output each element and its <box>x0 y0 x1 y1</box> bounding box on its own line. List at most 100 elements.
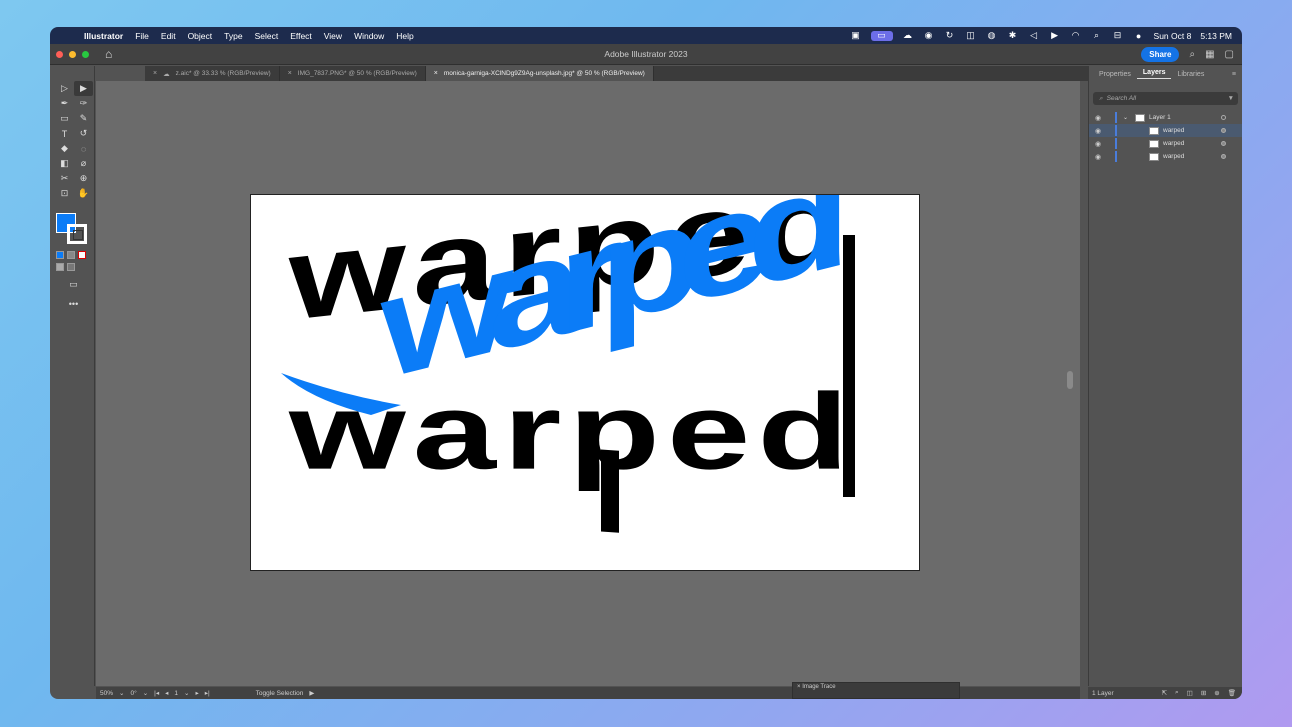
new-sublayer-icon[interactable]: ⊞ <box>1201 689 1206 697</box>
close-tab-icon[interactable]: × <box>434 70 438 77</box>
tab-document-1[interactable]: × ☁ z.aic* @ 33.33 % (RGB/Preview) <box>145 66 280 81</box>
search-icon[interactable]: ⌕ <box>1091 30 1103 41</box>
layer-name[interactable]: Layer 1 <box>1149 114 1171 121</box>
menu-file[interactable]: File <box>129 31 155 41</box>
rectangle-tool-icon[interactable]: ▭ <box>55 111 74 126</box>
direct-selection-tool-icon[interactable]: ▶ <box>74 81 93 96</box>
warped-artwork[interactable]: warped warped warped <box>251 195 920 571</box>
bluetooth-icon[interactable]: ✱ <box>1007 30 1019 41</box>
tab-properties[interactable]: Properties <box>1093 71 1137 78</box>
clip-icon[interactable]: ◫ <box>1187 689 1193 697</box>
curvature-tool-icon[interactable]: ✑ <box>74 96 93 111</box>
minimize-window-button[interactable] <box>69 50 76 58</box>
panel-menu-icon[interactable]: ≡ <box>1232 71 1242 78</box>
menu-type[interactable]: Type <box>218 31 248 41</box>
home-icon[interactable]: ⌂ <box>105 47 112 61</box>
volume-icon[interactable]: ◁ <box>1028 30 1040 41</box>
target-icon[interactable] <box>1221 141 1226 146</box>
tab-document-2[interactable]: × IMG_7837.PNG* @ 50 % (RGB/Preview) <box>280 66 426 81</box>
stroke-swatch[interactable] <box>67 224 87 244</box>
display-icon[interactable]: ▭ <box>870 30 893 41</box>
screen-mode-icon[interactable]: ▭ <box>64 277 83 292</box>
tab-layers[interactable]: Layers <box>1136 69 1172 79</box>
hand-tool-icon[interactable]: ✋ <box>74 186 93 201</box>
siri-icon[interactable]: ● <box>1133 31 1145 41</box>
close-window-button[interactable] <box>56 50 63 58</box>
sublayer-row[interactable]: ◉ warped <box>1089 137 1242 150</box>
filter-icon[interactable]: ▼ <box>1228 95 1238 102</box>
close-tab-icon[interactable]: × <box>153 70 157 77</box>
menu-object[interactable]: Object <box>182 31 219 41</box>
color-mode-icon[interactable] <box>56 251 64 259</box>
eyedropper-tool-icon[interactable]: ⌀ <box>74 156 93 171</box>
sublayer-row[interactable]: ◉ warped <box>1089 124 1242 137</box>
chevron-down-icon[interactable]: ⌄ <box>143 689 148 697</box>
selection-tool-icon[interactable]: ▷ <box>55 81 74 96</box>
export-icon[interactable]: ⇱ <box>1162 689 1167 697</box>
chevron-down-icon[interactable]: ⌄ <box>119 689 124 697</box>
play-icon[interactable]: ▶ <box>1049 30 1061 41</box>
sublayer-name[interactable]: warped <box>1163 153 1184 160</box>
artboard[interactable]: warped warped warped <box>250 194 920 571</box>
control-center-icon[interactable]: ⊟ <box>1112 30 1124 41</box>
workspace-icon[interactable]: ▢ <box>1225 49 1234 60</box>
menu-window[interactable]: Window <box>348 31 390 41</box>
last-artboard-icon[interactable]: ▸| <box>205 689 210 697</box>
target-icon[interactable] <box>1221 128 1226 133</box>
blend-tool-icon[interactable]: ✂ <box>55 171 74 186</box>
notes-icon[interactable]: ▣ <box>850 30 862 41</box>
menu-select[interactable]: Select <box>249 31 285 41</box>
trash-icon[interactable]: 🗑 <box>1228 689 1236 697</box>
zoom-field[interactable]: 50% <box>100 690 113 697</box>
rotation-field[interactable]: 0° <box>130 690 136 697</box>
pen-tool-icon[interactable]: ✒ <box>55 96 74 111</box>
layer-row[interactable]: ◉ ⌄ Layer 1 <box>1089 111 1242 124</box>
play-icon[interactable]: ▶ <box>309 689 314 697</box>
sync-icon[interactable]: ↻ <box>944 30 956 41</box>
more-tools-icon[interactable]: ••• <box>64 296 83 311</box>
gradient-mode-icon[interactable] <box>67 251 75 259</box>
new-layer-icon[interactable]: ⊕ <box>1214 689 1219 697</box>
pencil-tool-icon[interactable]: ✎ <box>74 111 93 126</box>
menu-edit[interactable]: Edit <box>155 31 182 41</box>
search-icon[interactable]: ⌕ <box>1189 49 1195 60</box>
sublayer-row[interactable]: ◉ warped <box>1089 150 1242 163</box>
tab-document-3[interactable]: × monica-garniga-XClNDg9Z9Ag-unsplash.jp… <box>425 66 654 81</box>
draw-behind-icon[interactable] <box>67 263 75 271</box>
visibility-eye-icon[interactable]: ◉ <box>1091 114 1105 122</box>
zoom-window-button[interactable] <box>82 50 89 58</box>
menu-help[interactable]: Help <box>390 31 419 41</box>
status-tool-label[interactable]: Toggle Selection <box>256 690 304 697</box>
arrange-documents-icon[interactable]: ▦ <box>1205 49 1214 60</box>
chevron-down-icon[interactable]: ⌄ <box>1123 114 1131 121</box>
scroll-thumb[interactable] <box>1067 371 1073 389</box>
first-artboard-icon[interactable]: |◂ <box>154 689 159 697</box>
menu-app[interactable]: Illustrator <box>78 31 129 41</box>
none-mode-icon[interactable] <box>78 251 86 259</box>
artboard-number-field[interactable]: 1 <box>174 690 178 697</box>
draw-normal-icon[interactable] <box>56 263 64 271</box>
wifi-icon[interactable]: ◠ <box>1070 30 1082 41</box>
record-icon[interactable]: ◉ <box>923 30 935 41</box>
shape-builder-tool-icon[interactable]: ⊕ <box>74 171 93 186</box>
layers-search-input[interactable]: Search All <box>1107 95 1136 102</box>
artboard-tool-icon[interactable]: ⊡ <box>55 186 74 201</box>
vertical-scrollbar[interactable] <box>1066 81 1074 686</box>
target-icon[interactable] <box>1221 154 1226 159</box>
chevron-down-icon[interactable]: ⌄ <box>184 689 189 697</box>
visibility-eye-icon[interactable]: ◉ <box>1091 140 1105 148</box>
locate-icon[interactable]: ⌕ <box>1175 689 1179 697</box>
next-artboard-icon[interactable]: ▸ <box>195 689 198 697</box>
eraser-tool-icon[interactable]: ◆ <box>55 141 74 156</box>
visibility-eye-icon[interactable]: ◉ <box>1091 127 1105 135</box>
screen-share-icon[interactable]: ◫ <box>965 30 977 41</box>
warped-text-black-bottom[interactable]: warped <box>288 371 849 492</box>
menu-view[interactable]: View <box>318 31 348 41</box>
visibility-eye-icon[interactable]: ◉ <box>1091 153 1105 161</box>
rotate-tool-icon[interactable]: ↺ <box>74 126 93 141</box>
canvas[interactable]: warped warped warped <box>96 81 1080 686</box>
menu-effect[interactable]: Effect <box>284 31 318 41</box>
share-button[interactable]: Share <box>1141 46 1180 62</box>
layers-search[interactable]: ⌕ Search All ▼ <box>1093 92 1238 105</box>
sublayer-name[interactable]: warped <box>1163 140 1184 147</box>
